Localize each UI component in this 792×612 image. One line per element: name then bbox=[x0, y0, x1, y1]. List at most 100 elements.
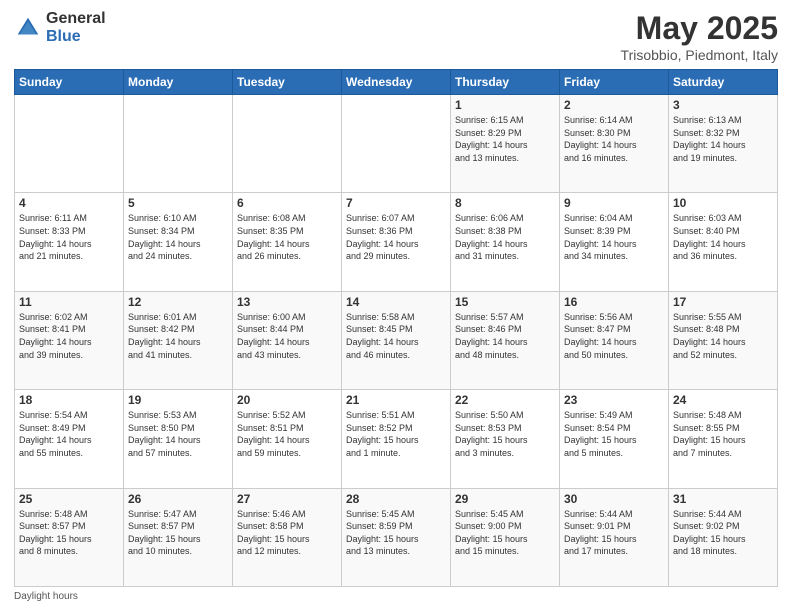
day-info: Sunrise: 5:56 AM Sunset: 8:47 PM Dayligh… bbox=[564, 311, 664, 361]
calendar-cell: 28Sunrise: 5:45 AM Sunset: 8:59 PM Dayli… bbox=[342, 488, 451, 586]
day-info: Sunrise: 5:54 AM Sunset: 8:49 PM Dayligh… bbox=[19, 409, 119, 459]
day-info: Sunrise: 5:46 AM Sunset: 8:58 PM Dayligh… bbox=[237, 508, 337, 558]
calendar-week-row: 25Sunrise: 5:48 AM Sunset: 8:57 PM Dayli… bbox=[15, 488, 778, 586]
day-number: 19 bbox=[128, 393, 228, 407]
calendar-cell: 18Sunrise: 5:54 AM Sunset: 8:49 PM Dayli… bbox=[15, 390, 124, 488]
calendar-cell: 31 Sunrise: 5:44 AM Sunset: 9:02 PM Dayli… bbox=[669, 488, 778, 586]
day-number: 31 bbox=[673, 492, 773, 506]
calendar-header-monday: Monday bbox=[124, 70, 233, 95]
calendar-cell: 21Sunrise: 5:51 AM Sunset: 8:52 PM Dayli… bbox=[342, 390, 451, 488]
title-block: May 2025 Trisobbio, Piedmont, Italy bbox=[621, 10, 778, 63]
day-info: Sunrise: 6:01 AM Sunset: 8:42 PM Dayligh… bbox=[128, 311, 228, 361]
logo-blue-text: Blue bbox=[46, 28, 106, 46]
day-info: Sunrise: 6:14 AM Sunset: 8:30 PM Dayligh… bbox=[564, 114, 664, 164]
calendar-cell: 1Sunrise: 6:15 AM Sunset: 8:29 PM Daylig… bbox=[451, 95, 560, 193]
day-info: Sunrise: 6:10 AM Sunset: 8:34 PM Dayligh… bbox=[128, 212, 228, 262]
calendar-week-row: 18Sunrise: 5:54 AM Sunset: 8:49 PM Dayli… bbox=[15, 390, 778, 488]
day-number: 20 bbox=[237, 393, 337, 407]
calendar-cell: 7 Sunrise: 6:07 AM Sunset: 8:36 PM Daylig… bbox=[342, 193, 451, 291]
calendar-cell: 22Sunrise: 5:50 AM Sunset: 8:53 PM Dayli… bbox=[451, 390, 560, 488]
day-number: 23 bbox=[564, 393, 664, 407]
day-number: 1 bbox=[455, 98, 555, 112]
day-number: 25 bbox=[19, 492, 119, 506]
day-number: 9 bbox=[564, 196, 664, 210]
day-number: 2 bbox=[564, 98, 664, 112]
calendar-header-tuesday: Tuesday bbox=[233, 70, 342, 95]
calendar-cell bbox=[342, 95, 451, 193]
day-info: Sunrise: 5:55 AM Sunset: 8:48 PM Dayligh… bbox=[673, 311, 773, 361]
calendar-cell bbox=[15, 95, 124, 193]
day-info: Sunrise: 5:52 AM Sunset: 8:51 PM Dayligh… bbox=[237, 409, 337, 459]
calendar-cell: 15 Sunrise: 5:57 AM Sunset: 8:46 PM Dayli… bbox=[451, 291, 560, 389]
day-number: 15 bbox=[455, 295, 555, 309]
calendar-cell: 23 Sunrise: 5:49 AM Sunset: 8:54 PM Dayli… bbox=[560, 390, 669, 488]
page: General Blue May 2025 Trisobbio, Piedmon… bbox=[0, 0, 792, 612]
day-info: Sunrise: 5:44 AM Sunset: 9:02 PM Dayligh… bbox=[673, 508, 773, 558]
day-info: Sunrise: 5:49 AM Sunset: 8:54 PM Dayligh… bbox=[564, 409, 664, 459]
calendar-cell: 10 Sunrise: 6:03 AM Sunset: 8:40 PM Dayli… bbox=[669, 193, 778, 291]
calendar-cell: 9 Sunrise: 6:04 AM Sunset: 8:39 PM Daylig… bbox=[560, 193, 669, 291]
calendar-cell: 30Sunrise: 5:44 AM Sunset: 9:01 PM Dayli… bbox=[560, 488, 669, 586]
calendar-cell: 24 Sunrise: 5:48 AM Sunset: 8:55 PM Dayli… bbox=[669, 390, 778, 488]
main-title: May 2025 bbox=[621, 10, 778, 47]
daylight-label: Daylight hours bbox=[14, 591, 78, 602]
day-info: Sunrise: 5:45 AM Sunset: 9:00 PM Dayligh… bbox=[455, 508, 555, 558]
day-info: Sunrise: 5:51 AM Sunset: 8:52 PM Dayligh… bbox=[346, 409, 446, 459]
day-number: 26 bbox=[128, 492, 228, 506]
day-info: Sunrise: 6:08 AM Sunset: 8:35 PM Dayligh… bbox=[237, 212, 337, 262]
day-info: Sunrise: 6:04 AM Sunset: 8:39 PM Dayligh… bbox=[564, 212, 664, 262]
day-info: Sunrise: 6:02 AM Sunset: 8:41 PM Dayligh… bbox=[19, 311, 119, 361]
day-info: Sunrise: 5:53 AM Sunset: 8:50 PM Dayligh… bbox=[128, 409, 228, 459]
day-number: 11 bbox=[19, 295, 119, 309]
calendar-header-friday: Friday bbox=[560, 70, 669, 95]
calendar-week-row: 1Sunrise: 6:15 AM Sunset: 8:29 PM Daylig… bbox=[15, 95, 778, 193]
day-info: Sunrise: 6:07 AM Sunset: 8:36 PM Dayligh… bbox=[346, 212, 446, 262]
day-info: Sunrise: 5:57 AM Sunset: 8:46 PM Dayligh… bbox=[455, 311, 555, 361]
day-number: 24 bbox=[673, 393, 773, 407]
subtitle: Trisobbio, Piedmont, Italy bbox=[621, 47, 778, 63]
day-number: 4 bbox=[19, 196, 119, 210]
day-info: Sunrise: 5:48 AM Sunset: 8:55 PM Dayligh… bbox=[673, 409, 773, 459]
day-info: Sunrise: 6:06 AM Sunset: 8:38 PM Dayligh… bbox=[455, 212, 555, 262]
logo: General Blue bbox=[14, 10, 106, 45]
calendar-cell: 2 Sunrise: 6:14 AM Sunset: 8:30 PM Daylig… bbox=[560, 95, 669, 193]
day-number: 12 bbox=[128, 295, 228, 309]
calendar-cell: 25Sunrise: 5:48 AM Sunset: 8:57 PM Dayli… bbox=[15, 488, 124, 586]
calendar-header-saturday: Saturday bbox=[669, 70, 778, 95]
calendar-table: SundayMondayTuesdayWednesdayThursdayFrid… bbox=[14, 69, 778, 587]
day-number: 29 bbox=[455, 492, 555, 506]
calendar-cell: 17 Sunrise: 5:55 AM Sunset: 8:48 PM Dayli… bbox=[669, 291, 778, 389]
day-info: Sunrise: 5:58 AM Sunset: 8:45 PM Dayligh… bbox=[346, 311, 446, 361]
day-number: 22 bbox=[455, 393, 555, 407]
logo-general-text: General bbox=[46, 10, 106, 28]
calendar-cell: 14 Sunrise: 5:58 AM Sunset: 8:45 PM Dayli… bbox=[342, 291, 451, 389]
calendar-cell: 29 Sunrise: 5:45 AM Sunset: 9:00 PM Dayli… bbox=[451, 488, 560, 586]
footer: Daylight hours bbox=[14, 591, 778, 602]
calendar-week-row: 11 Sunrise: 6:02 AM Sunset: 8:41 PM Dayli… bbox=[15, 291, 778, 389]
day-number: 14 bbox=[346, 295, 446, 309]
day-number: 8 bbox=[455, 196, 555, 210]
day-info: Sunrise: 6:13 AM Sunset: 8:32 PM Dayligh… bbox=[673, 114, 773, 164]
day-info: Sunrise: 6:03 AM Sunset: 8:40 PM Dayligh… bbox=[673, 212, 773, 262]
day-number: 17 bbox=[673, 295, 773, 309]
calendar-cell bbox=[124, 95, 233, 193]
day-info: Sunrise: 5:47 AM Sunset: 8:57 PM Dayligh… bbox=[128, 508, 228, 558]
calendar-cell: 26 Sunrise: 5:47 AM Sunset: 8:57 PM Dayli… bbox=[124, 488, 233, 586]
day-number: 5 bbox=[128, 196, 228, 210]
calendar-header-thursday: Thursday bbox=[451, 70, 560, 95]
day-info: Sunrise: 5:45 AM Sunset: 8:59 PM Dayligh… bbox=[346, 508, 446, 558]
day-number: 30 bbox=[564, 492, 664, 506]
calendar-header-wednesday: Wednesday bbox=[342, 70, 451, 95]
calendar-cell: 6 Sunrise: 6:08 AM Sunset: 8:35 PM Daylig… bbox=[233, 193, 342, 291]
calendar-cell: 13Sunrise: 6:00 AM Sunset: 8:44 PM Dayli… bbox=[233, 291, 342, 389]
calendar-cell: 5 Sunrise: 6:10 AM Sunset: 8:34 PM Daylig… bbox=[124, 193, 233, 291]
day-number: 6 bbox=[237, 196, 337, 210]
day-number: 13 bbox=[237, 295, 337, 309]
calendar-cell: 19 Sunrise: 5:53 AM Sunset: 8:50 PM Dayli… bbox=[124, 390, 233, 488]
calendar-cell: 8 Sunrise: 6:06 AM Sunset: 8:38 PM Daylig… bbox=[451, 193, 560, 291]
day-number: 7 bbox=[346, 196, 446, 210]
calendar-cell: 3Sunrise: 6:13 AM Sunset: 8:32 PM Daylig… bbox=[669, 95, 778, 193]
day-number: 10 bbox=[673, 196, 773, 210]
calendar-header-sunday: Sunday bbox=[15, 70, 124, 95]
calendar-cell: 11 Sunrise: 6:02 AM Sunset: 8:41 PM Dayli… bbox=[15, 291, 124, 389]
